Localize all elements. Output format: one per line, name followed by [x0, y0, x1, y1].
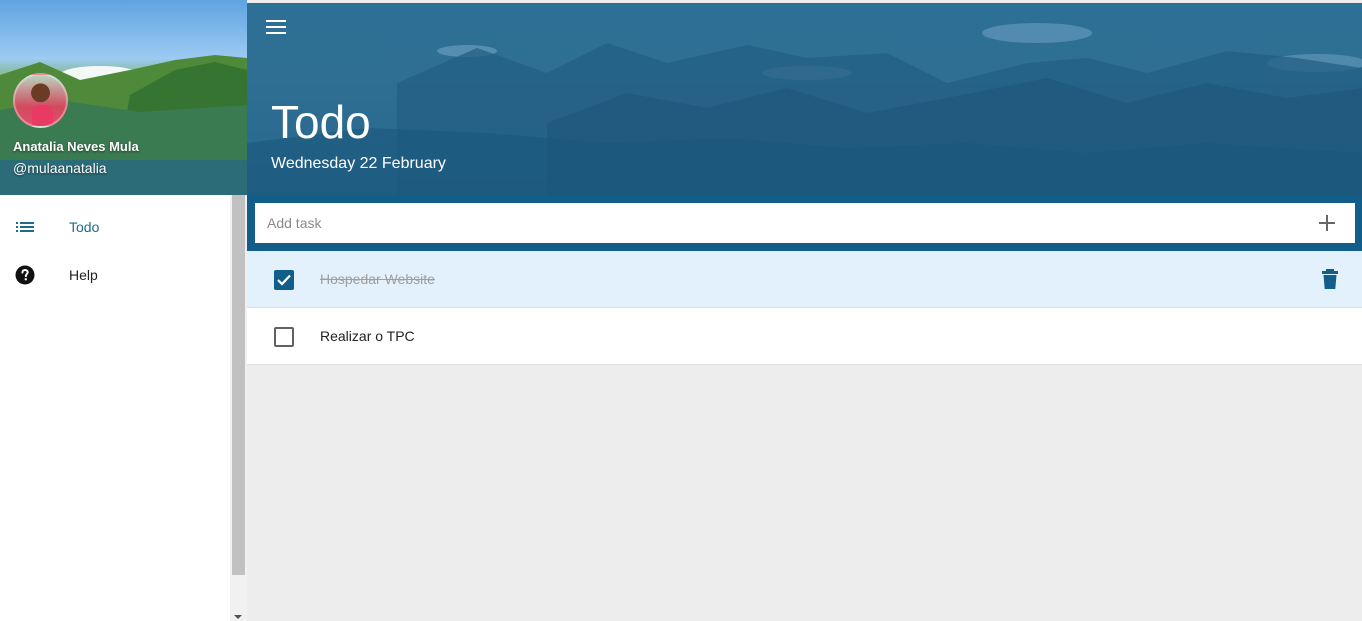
list-icon [16, 222, 34, 232]
add-icon[interactable] [1319, 215, 1335, 231]
task-text: Realizar o TPC [320, 328, 415, 344]
avatar[interactable] [13, 73, 68, 128]
task-row[interactable]: Hospedar Website [247, 251, 1362, 308]
sidebar-scrollbar[interactable] [230, 195, 247, 621]
profile-name: Anatalia Neves Mula [13, 139, 139, 154]
page-title: Todo [271, 96, 371, 148]
header-background-image [247, 23, 1362, 203]
scroll-down-arrow-icon[interactable] [234, 615, 242, 619]
date-label: Wednesday 22 February [271, 155, 446, 172]
sidebar-item-label: Help [69, 267, 98, 283]
add-task-input[interactable] [255, 203, 1295, 243]
sidebar-item-help[interactable]: Help [0, 251, 230, 299]
task-row[interactable]: Realizar o TPC [247, 308, 1362, 365]
profile-header: Anatalia Neves Mula @mulaanatalia [0, 0, 247, 195]
menu-icon[interactable] [266, 20, 286, 36]
help-icon [15, 265, 35, 285]
profile-handle: @mulaanatalia [13, 160, 107, 176]
sidebar-item-label: Todo [69, 219, 100, 235]
trash-icon[interactable] [1322, 269, 1338, 289]
todo-app: Anatalia Neves Mula @mulaanatalia Todo H… [0, 0, 1362, 621]
task-checkbox[interactable] [274, 270, 294, 290]
task-checkbox[interactable] [274, 327, 294, 347]
sidebar: Anatalia Neves Mula @mulaanatalia Todo H… [0, 0, 247, 621]
task-text: Hospedar Website [320, 271, 435, 287]
sidebar-item-todo[interactable]: Todo [0, 203, 230, 251]
checkmark-icon [277, 274, 291, 286]
add-task-bar [255, 203, 1355, 243]
scrollbar-thumb[interactable] [232, 195, 245, 575]
